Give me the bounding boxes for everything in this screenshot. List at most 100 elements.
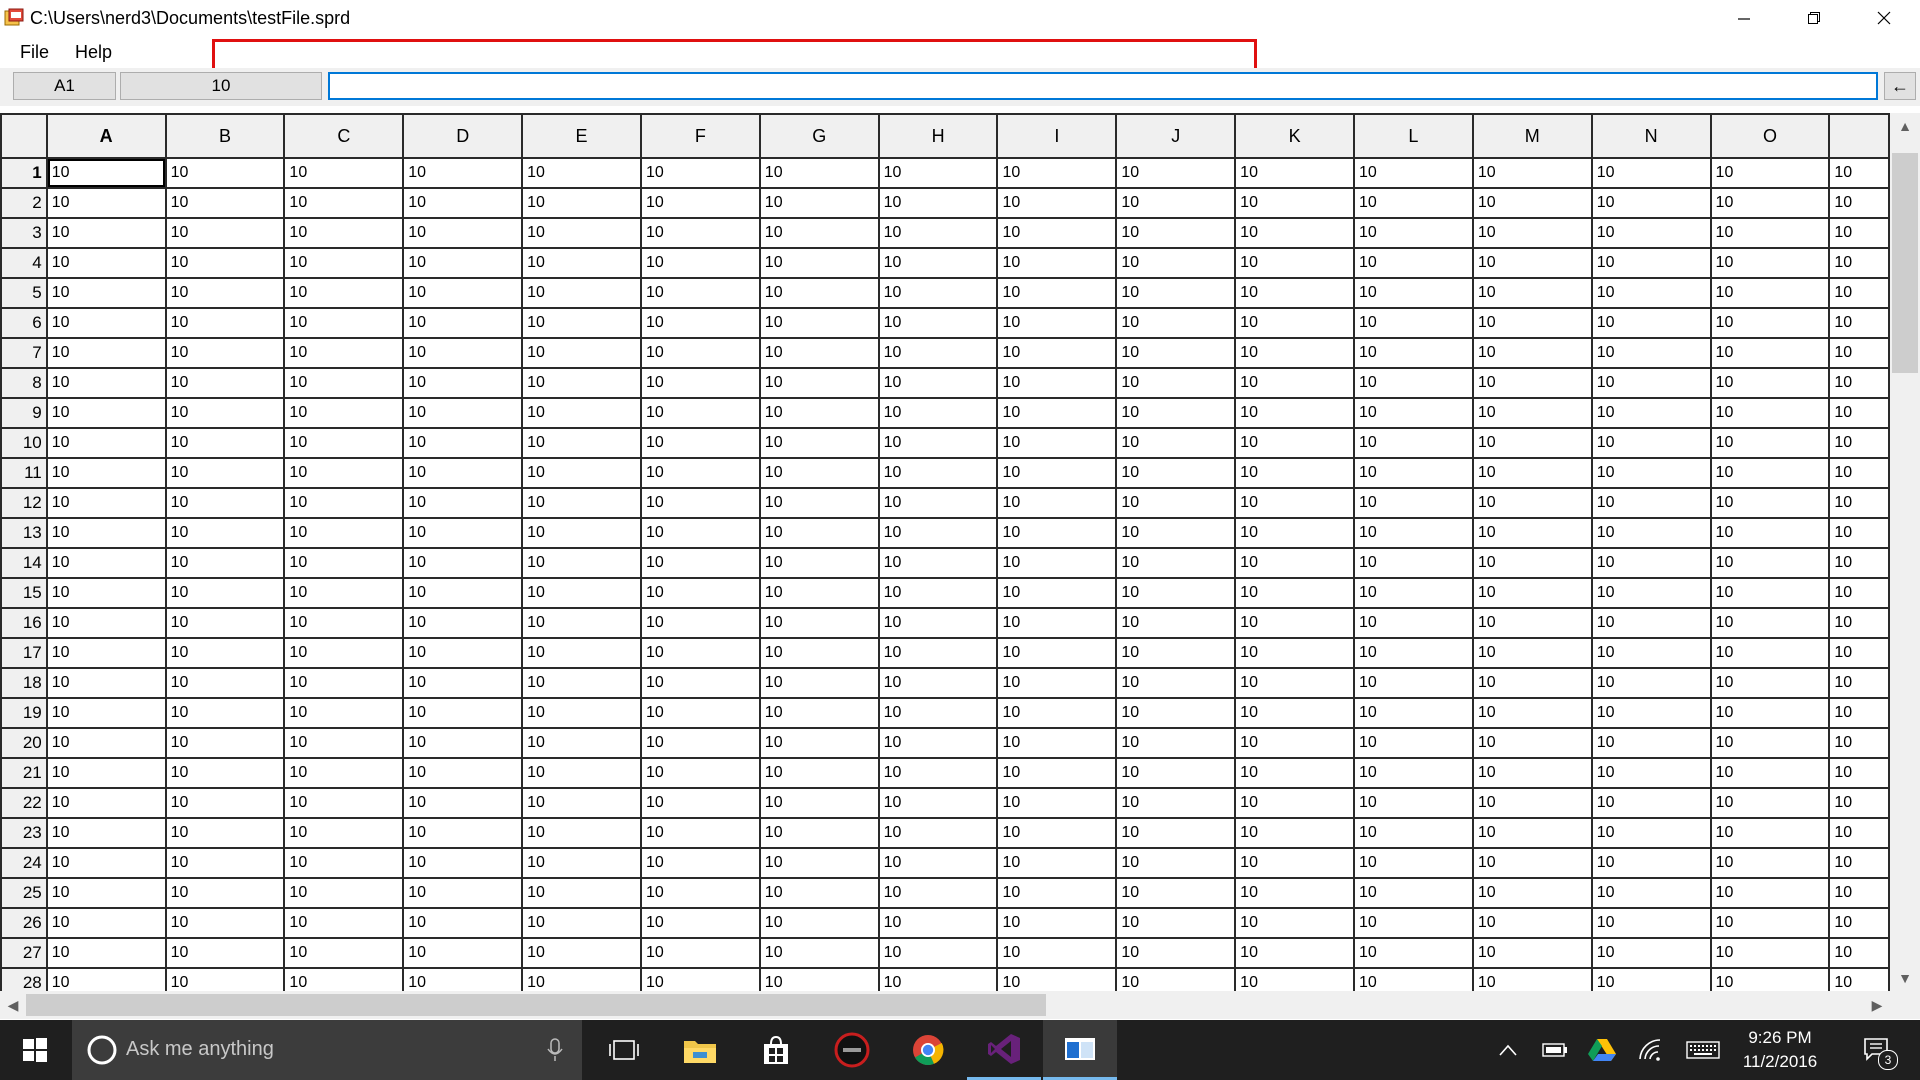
grid-cell[interactable]: 10 xyxy=(1471,757,1593,789)
grid-cell[interactable]: 10 xyxy=(1353,937,1474,969)
column-header-c[interactable]: C xyxy=(283,113,405,159)
grid-cell[interactable]: 10 xyxy=(283,187,405,219)
row-header[interactable]: 25 xyxy=(0,877,48,909)
grid-cell[interactable]: 10 xyxy=(283,877,405,909)
grid-cell[interactable]: 10 xyxy=(283,247,405,279)
grid-cell[interactable]: 10 xyxy=(164,847,286,879)
grid-cell[interactable]: 10 xyxy=(877,577,999,609)
grid-cell[interactable]: 10 xyxy=(402,877,524,909)
grid-cell[interactable]: 10 xyxy=(639,787,761,819)
grid-cell[interactable]: 10 xyxy=(45,937,167,969)
grid-cell[interactable]: 10 xyxy=(402,217,524,249)
grid-cell[interactable]: 10 xyxy=(164,307,286,339)
grid-cell[interactable]: 10 xyxy=(877,487,999,519)
grid-cell[interactable]: 10 xyxy=(164,577,286,609)
column-header-l[interactable]: L xyxy=(1353,113,1474,159)
grid-cell[interactable]: 10 xyxy=(45,397,167,429)
grid-cell[interactable]: 10 xyxy=(758,817,880,849)
grid-cell[interactable]: 10 xyxy=(1709,457,1831,489)
grid-cell[interactable]: 10 xyxy=(1234,487,1356,519)
grid-cell[interactable]: 10 xyxy=(45,607,167,639)
grid-cell[interactable]: 10 xyxy=(1471,397,1593,429)
grid-cell[interactable]: 10 xyxy=(521,967,642,991)
grid-cell[interactable]: 10 xyxy=(283,937,405,969)
action-center-button[interactable]: 3 xyxy=(1852,1020,1902,1080)
grid-cell[interactable]: 10 xyxy=(877,427,999,459)
grid-cell[interactable]: 10 xyxy=(402,247,524,279)
column-header-k[interactable]: K xyxy=(1234,113,1356,159)
grid-cell[interactable]: 10 xyxy=(1471,457,1593,489)
grid-cell[interactable]: 10 xyxy=(283,307,405,339)
grid-cell[interactable]: 10 xyxy=(1115,397,1237,429)
grid-cell[interactable]: 10 xyxy=(1353,457,1474,489)
grid-cell[interactable]: 10 xyxy=(1115,277,1237,309)
start-button[interactable] xyxy=(0,1020,70,1080)
clock[interactable]: 9:26 PM 11/2/2016 xyxy=(1720,1026,1840,1074)
grid-cell[interactable]: 10 xyxy=(1115,937,1237,969)
grid-cell[interactable]: 10 xyxy=(996,157,1118,189)
grid-cell[interactable]: 10 xyxy=(283,667,405,699)
row-header[interactable]: 16 xyxy=(0,607,48,639)
grid-cell[interactable]: 10 xyxy=(521,427,642,459)
grid-cell[interactable]: 10 xyxy=(1353,607,1474,639)
grid-cell[interactable]: 10 xyxy=(45,757,167,789)
grid-cell[interactable]: 10 xyxy=(1234,217,1356,249)
grid-cell[interactable]: 10 xyxy=(1590,547,1712,579)
grid-cell[interactable]: 10 xyxy=(1471,217,1593,249)
row-header[interactable]: 13 xyxy=(0,517,48,549)
grid-cell[interactable]: 10 xyxy=(1590,937,1712,969)
column-header-b[interactable]: B xyxy=(164,113,286,159)
grid-cell[interactable]: 10 xyxy=(521,757,642,789)
scroll-down-icon[interactable]: ▼ xyxy=(1890,965,1920,991)
grid-cell[interactable]: 10 xyxy=(1234,397,1356,429)
grid-cell[interactable]: 10 xyxy=(1590,787,1712,819)
row-header[interactable]: 2 xyxy=(0,187,48,219)
formula-input[interactable] xyxy=(328,72,1878,100)
grid-cell[interactable]: 10 xyxy=(1353,847,1474,879)
column-header-partial[interactable] xyxy=(1828,113,1890,159)
grid-cell[interactable]: 10 xyxy=(1234,667,1356,699)
grid-cell[interactable]: 10 xyxy=(1115,607,1237,639)
grid-cell[interactable]: 10 xyxy=(996,907,1118,939)
chrome-button[interactable] xyxy=(891,1020,965,1080)
grid-cell[interactable]: 10 xyxy=(1234,277,1356,309)
column-header-g[interactable]: G xyxy=(758,113,880,159)
grid-cell[interactable]: 10 xyxy=(877,757,999,789)
grid-cell[interactable]: 10 xyxy=(996,757,1118,789)
row-header[interactable]: 8 xyxy=(0,367,48,399)
grid-cell[interactable]: 10 xyxy=(1709,487,1831,519)
grid-cell[interactable]: 10 xyxy=(521,577,642,609)
grid-cell[interactable]: 10 xyxy=(1115,817,1237,849)
grid-cell[interactable]: 10 xyxy=(402,547,524,579)
grid-cell[interactable]: 10 xyxy=(521,397,642,429)
grid-cell[interactable]: 10 xyxy=(1590,487,1712,519)
grid-cell[interactable]: 10 xyxy=(1828,487,1890,519)
menu-file[interactable]: File xyxy=(18,42,51,63)
grid-cell[interactable]: 10 xyxy=(758,757,880,789)
grid-cell[interactable]: 10 xyxy=(1471,907,1593,939)
grid-cell[interactable]: 10 xyxy=(45,637,167,669)
grid-cell[interactable]: 10 xyxy=(521,277,642,309)
row-header[interactable]: 6 xyxy=(0,307,48,339)
grid-cell[interactable]: 10 xyxy=(1234,847,1356,879)
grid-cell[interactable]: 10 xyxy=(877,727,999,759)
grid-cell[interactable]: 10 xyxy=(402,787,524,819)
grid-cell[interactable]: 10 xyxy=(1709,367,1831,399)
grid-cell[interactable]: 10 xyxy=(1590,337,1712,369)
grid-cell[interactable]: 10 xyxy=(1709,667,1831,699)
column-header-h[interactable]: H xyxy=(877,113,999,159)
grid-cell[interactable]: 10 xyxy=(164,217,286,249)
grid-cell[interactable]: 10 xyxy=(1115,487,1237,519)
grid-cell[interactable]: 10 xyxy=(1234,727,1356,759)
grid-cell[interactable]: 10 xyxy=(1234,307,1356,339)
grid-cell[interactable]: 10 xyxy=(45,967,167,991)
grid-cell[interactable]: 10 xyxy=(1115,757,1237,789)
grid-cell[interactable]: 10 xyxy=(1709,337,1831,369)
grid-cell[interactable]: 10 xyxy=(283,367,405,399)
grid-cell[interactable]: 10 xyxy=(639,967,761,991)
grid-cell[interactable]: 10 xyxy=(1234,577,1356,609)
grid-cell[interactable]: 10 xyxy=(1828,967,1890,991)
grid-cell[interactable]: 10 xyxy=(164,397,286,429)
grid-cell[interactable]: 10 xyxy=(164,487,286,519)
grid-cell[interactable]: 10 xyxy=(877,397,999,429)
